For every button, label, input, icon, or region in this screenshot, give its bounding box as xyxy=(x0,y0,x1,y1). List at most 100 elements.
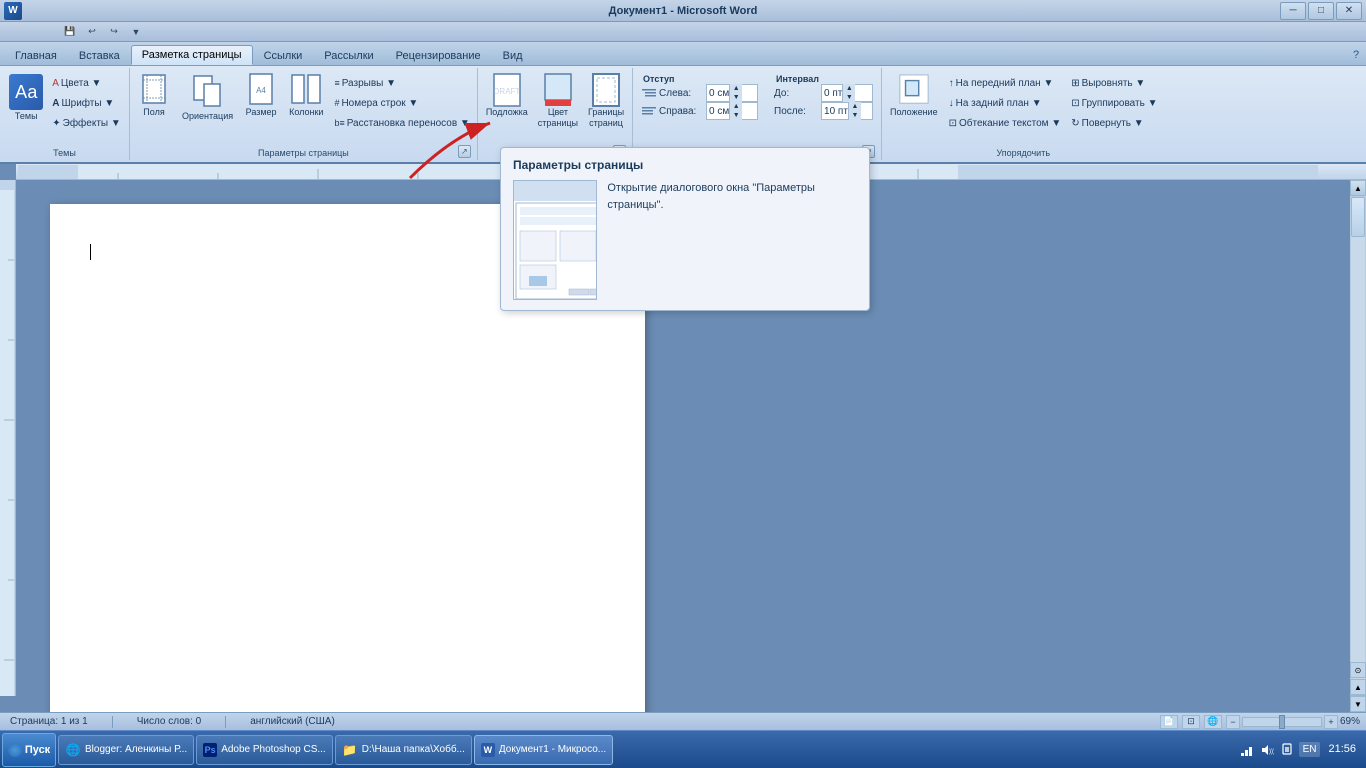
watermark-icon: DRAFT xyxy=(491,74,523,106)
zoom-out-button[interactable]: − xyxy=(1226,715,1240,729)
taskbar-item-photoshop[interactable]: Ps Adobe Photoshop CS... xyxy=(196,735,333,765)
breaks-button[interactable]: ≡ Разрывы ▼ xyxy=(331,74,472,92)
undo-quick-button[interactable]: ↩ xyxy=(82,23,102,41)
taskbar-word-label: Документ1 - Микросо... xyxy=(499,744,606,755)
tab-page-layout[interactable]: Разметка страницы xyxy=(131,45,253,65)
rotate-icon: ↻ xyxy=(1071,118,1079,129)
tray-volume-icon[interactable]: )))) xyxy=(1259,742,1275,758)
indent-right-input[interactable]: 0 см ▲ ▼ xyxy=(706,102,758,120)
send-backward-button[interactable]: ↓ На задний план ▼ xyxy=(946,94,1065,112)
language-indicator[interactable]: EN xyxy=(1299,742,1321,757)
hyphenation-button[interactable]: b≡ Расстановка переносов ▼ xyxy=(331,114,472,132)
print-layout-button[interactable]: 📄 xyxy=(1160,715,1178,729)
full-screen-button[interactable]: ⊡ xyxy=(1182,715,1200,729)
group-icon: ⊡ xyxy=(1071,98,1079,109)
indent-right-spinner[interactable]: ▲ ▼ xyxy=(729,102,742,120)
svg-text:)))): )))) xyxy=(1269,749,1274,755)
word-count: Число слов: 0 xyxy=(133,716,205,727)
next-page-button[interactable]: ▲ xyxy=(1350,679,1366,695)
columns-icon xyxy=(290,74,322,106)
spacing-before-up[interactable]: ▲ xyxy=(843,84,855,93)
zoom-slider[interactable] xyxy=(1242,717,1322,727)
page-borders-button[interactable]: Границыстраниц xyxy=(584,72,628,131)
close-button[interactable]: ✕ xyxy=(1336,2,1362,20)
zoom-thumb[interactable] xyxy=(1279,715,1285,729)
indent-right-down[interactable]: ▼ xyxy=(730,111,742,120)
page-bg-content: DRAFT Подложка Цветстраницы xyxy=(482,70,628,146)
word-logo-icon[interactable]: W xyxy=(4,2,22,20)
tooltip-box: Параметры страницы Открытие диалогового … xyxy=(500,147,870,311)
page-color-button[interactable]: Цветстраницы xyxy=(534,72,582,131)
tab-home[interactable]: Главная xyxy=(4,45,68,65)
language[interactable]: английский (США) xyxy=(246,716,339,727)
scrollbar-vertical[interactable]: ▲ ▼ xyxy=(1350,180,1366,696)
taskbar-item-folder[interactable]: 📁 D:\Наша папка\Хобб... xyxy=(335,735,472,765)
columns-button[interactable]: Колонки xyxy=(285,72,327,120)
orientation-icon xyxy=(190,74,226,110)
indent-left-row: Слева: 0 см ▲ ▼ xyxy=(641,84,758,102)
taskbar-item-blogger[interactable]: 🌐 Blogger: Аленкины Р... xyxy=(58,735,194,765)
watermark-button[interactable]: DRAFT Подложка xyxy=(482,72,532,120)
ribbon-group-themes: Аа Темы A Цвета ▼ A Шрифты ▼ ✦ Эффек xyxy=(0,68,130,160)
system-tray: )))) EN 21:56 xyxy=(1239,742,1364,758)
redo-quick-button[interactable]: ↪ xyxy=(104,23,124,41)
align-button[interactable]: ⊞ Выровнять ▼ xyxy=(1068,74,1160,92)
colors-button[interactable]: A Цвета ▼ xyxy=(49,74,124,92)
tab-mailings[interactable]: Рассылки xyxy=(313,45,384,65)
margins-button[interactable]: Поля xyxy=(134,72,174,120)
ruler-vertical xyxy=(0,180,16,696)
orientation-button[interactable]: Ориентация xyxy=(178,72,237,124)
effects-icon: ✦ xyxy=(52,118,60,129)
save-quick-button[interactable]: 💾 xyxy=(60,23,80,41)
spacing-before-input[interactable]: 0 пт ▲ ▼ xyxy=(821,84,873,102)
tab-references[interactable]: Ссылки xyxy=(253,45,314,65)
rotate-button[interactable]: ↻ Повернуть ▼ xyxy=(1068,114,1160,132)
text-wrapping-button[interactable]: ⊡ Обтекание текстом ▼ xyxy=(946,114,1065,132)
spacing-before-spinner[interactable]: ▲ ▼ xyxy=(842,84,855,102)
spacing-after-input[interactable]: 10 пт ▲ ▼ xyxy=(821,102,873,120)
indent-left-input[interactable]: 0 см ▲ ▼ xyxy=(706,84,758,102)
position-button[interactable]: Положение xyxy=(886,72,942,132)
indent-left-spinner[interactable]: ▲ ▼ xyxy=(729,84,742,102)
tab-insert[interactable]: Вставка xyxy=(68,45,131,65)
web-layout-button[interactable]: 🌐 xyxy=(1204,715,1222,729)
spacing-after-spinner[interactable]: ▲ ▼ xyxy=(848,102,861,120)
group-button[interactable]: ⊡ Группировать ▼ xyxy=(1068,94,1160,112)
scroll-track xyxy=(1351,197,1365,679)
system-clock: 21:56 xyxy=(1324,742,1360,756)
size-button[interactable]: A4 Размер xyxy=(241,72,281,120)
bring-forward-button[interactable]: ↑ На передний план ▼ xyxy=(946,74,1065,92)
indent-right-up[interactable]: ▲ xyxy=(730,102,742,111)
spacing-after-up[interactable]: ▲ xyxy=(849,102,861,111)
next-object-button[interactable]: ▼ xyxy=(1350,696,1366,712)
spacing-after-down[interactable]: ▼ xyxy=(849,111,861,120)
ribbon-group-arrange: Положение ↑ На передний план ▼ ↓ На задн… xyxy=(882,68,1164,160)
tray-security-icon[interactable] xyxy=(1279,742,1295,758)
minimize-button[interactable]: ─ xyxy=(1280,2,1306,20)
folder-icon: 📁 xyxy=(342,742,358,758)
line-numbers-button[interactable]: # Номера строк ▼ xyxy=(331,94,472,112)
prev-page-button[interactable]: ⊙ xyxy=(1350,662,1366,678)
arrange-group-label: Упорядочить xyxy=(996,146,1050,158)
spacing-before-down[interactable]: ▼ xyxy=(843,93,855,102)
customize-quick-button[interactable]: ▼ xyxy=(126,23,146,41)
indent-left-down[interactable]: ▼ xyxy=(730,93,742,102)
page-borders-label: Границыстраниц xyxy=(588,107,624,129)
taskbar-item-word[interactable]: W Документ1 - Микросо... xyxy=(474,735,613,765)
maximize-button[interactable]: □ xyxy=(1308,2,1334,20)
tab-review[interactable]: Рецензирование xyxy=(385,45,492,65)
scroll-thumb[interactable] xyxy=(1351,197,1365,237)
scroll-up-button[interactable]: ▲ xyxy=(1350,180,1366,196)
help-button[interactable]: ? xyxy=(1346,45,1366,65)
tab-view[interactable]: Вид xyxy=(492,45,534,65)
tray-network-icon[interactable] xyxy=(1239,742,1255,758)
zoom-in-button[interactable]: + xyxy=(1324,715,1338,729)
start-button[interactable]: Пуск xyxy=(2,733,56,767)
fonts-button[interactable]: A Шрифты ▼ xyxy=(49,94,124,112)
indent-left-up[interactable]: ▲ xyxy=(730,84,742,93)
send-backward-icon: ↓ xyxy=(949,98,954,109)
themes-large-button[interactable]: Аа Темы xyxy=(5,72,47,124)
title-bar-title: Документ1 - Microsoft Word xyxy=(609,5,758,17)
effects-button[interactable]: ✦ Эффекты ▼ xyxy=(49,114,124,132)
page-setup-dialog-button[interactable]: ↗ xyxy=(458,145,471,158)
